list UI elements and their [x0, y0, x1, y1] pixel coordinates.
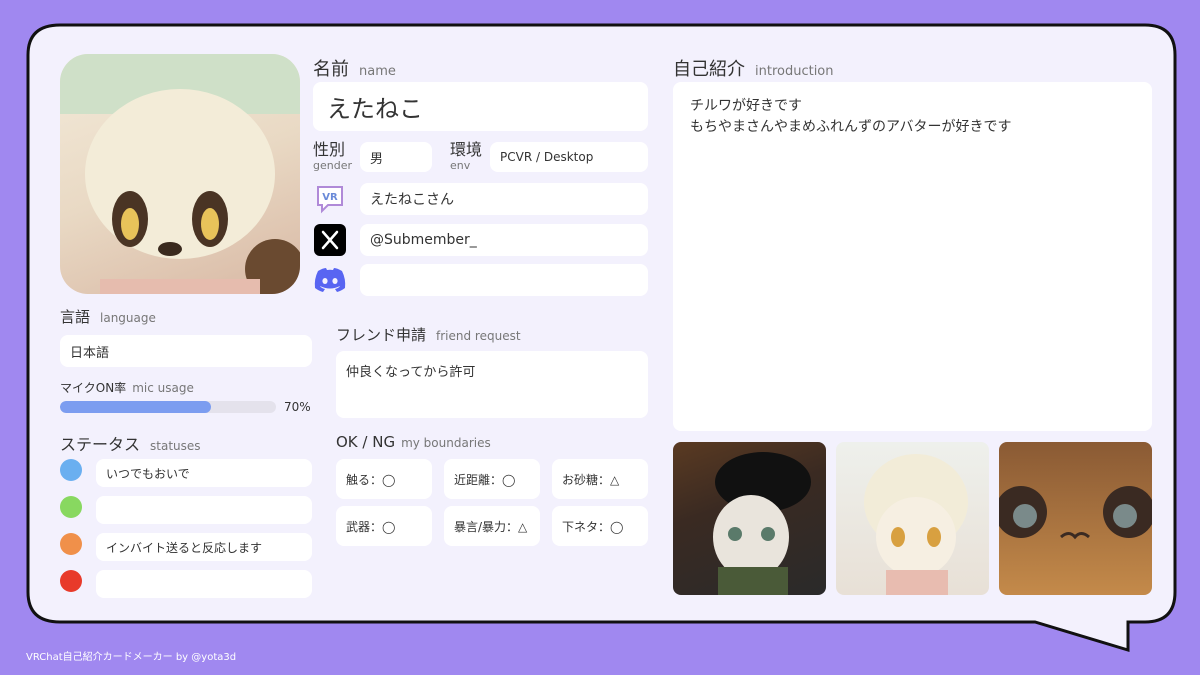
introduction-label: 自己紹介	[673, 59, 745, 80]
status-dot-orange	[60, 533, 82, 555]
status-text: インバイト送ると反応します	[106, 540, 263, 555]
boundary-item: 武器：◯	[336, 506, 432, 546]
svg-text:VR: VR	[322, 192, 338, 203]
mic-usage-bar-track	[60, 401, 276, 413]
name-field: えたねこ	[313, 82, 648, 131]
name-label: 名前	[313, 59, 349, 80]
boundaries-label: OK / NG	[336, 433, 396, 451]
env-field: PCVR / Desktop	[490, 142, 648, 172]
mic-usage-percent: 70%	[284, 400, 311, 414]
statuses-sublabel: statuses	[150, 439, 201, 453]
friend-request-label: フレンド申請	[336, 326, 427, 344]
language-value: 日本語	[70, 345, 110, 361]
friend-request-value: 仲良くなってから許可	[346, 365, 476, 380]
introduction-line-2: もちやまさんやまめふれんずのアバターが好きです	[690, 119, 1012, 135]
footer-credit: VRChat自己紹介カードメーカー by @yota3d	[26, 652, 237, 663]
x-logo-icon	[314, 224, 346, 256]
x-account-value: @Submember_	[370, 232, 477, 248]
introduction-sublabel: introduction	[755, 64, 834, 79]
discord-value	[360, 264, 648, 296]
name-value: えたねこ	[327, 95, 423, 123]
language-field: 日本語	[60, 335, 312, 367]
gender-sublabel: gender	[313, 159, 352, 172]
avatar-photo-3	[999, 442, 1152, 595]
status-field	[96, 570, 312, 598]
mic-sublabel: mic usage	[132, 381, 194, 395]
env-label: 環境	[450, 140, 483, 159]
avatar-photo-2	[836, 442, 989, 595]
statuses-label: ステータス	[60, 435, 141, 454]
mic-label: マイクON率	[60, 381, 127, 395]
discord-field	[360, 264, 648, 296]
status-text	[96, 570, 312, 598]
status-field: インバイト送ると反応します	[96, 533, 312, 561]
boundary-item: 触る：◯	[336, 459, 432, 499]
friend-request-sublabel: friend request	[436, 329, 521, 343]
vrchat-value: えたねこさん	[370, 192, 454, 208]
env-value: PCVR / Desktop	[500, 150, 594, 164]
status-field	[96, 496, 312, 524]
vrchat-icon: VR	[314, 183, 346, 215]
status-text: いつでもおいで	[106, 466, 190, 481]
gender-field: 男	[360, 142, 432, 172]
language-label: 言語	[60, 308, 91, 326]
introduction-line-1: チルワが好きです	[690, 98, 802, 114]
status-dot-red	[60, 570, 82, 592]
friend-request-field: 仲良くなってから許可	[336, 351, 648, 418]
status-field: いつでもおいで	[96, 459, 312, 487]
avatar	[60, 54, 300, 294]
avatar-photo-1	[673, 442, 826, 595]
discord-icon	[313, 266, 347, 294]
status-text	[96, 496, 312, 524]
boundary-item: 近距離：◯	[444, 459, 540, 499]
gender-value: 男	[370, 151, 384, 167]
status-dot-green	[60, 496, 82, 518]
name-sublabel: name	[359, 64, 396, 79]
gender-label: 性別	[313, 140, 346, 159]
boundary-item: 暴言/暴力：△	[444, 506, 540, 546]
mic-usage-bar-fill	[60, 401, 212, 413]
vrchat-field: えたねこさん	[360, 183, 648, 215]
boundary-item: お砂糖：△	[552, 459, 648, 499]
boundary-item: 下ネタ：◯	[552, 506, 648, 546]
x-account-field: @Submember_	[360, 224, 648, 256]
boundaries-sublabel: my boundaries	[401, 436, 491, 450]
status-dot-blue	[60, 459, 82, 481]
env-sublabel: env	[450, 159, 471, 172]
language-sublabel: language	[100, 311, 156, 325]
introduction-field: チルワが好きです もちやまさんやまめふれんずのアバターが好きです	[673, 82, 1152, 431]
